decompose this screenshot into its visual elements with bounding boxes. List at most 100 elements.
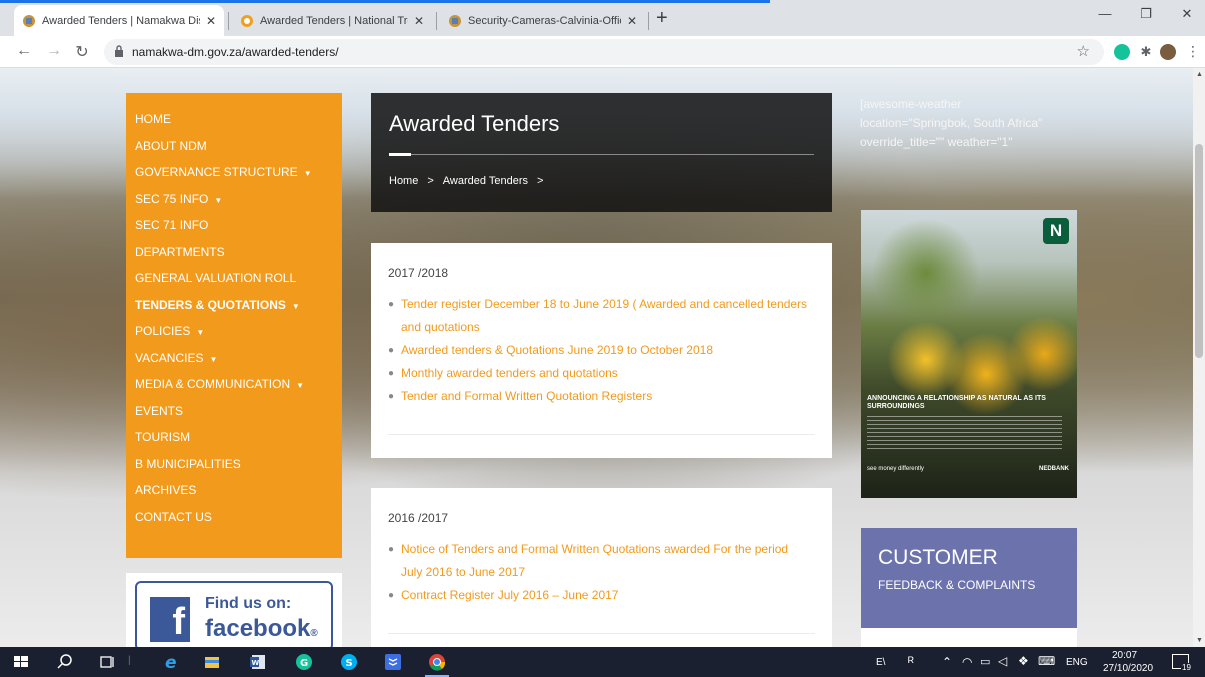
tender-link-text[interactable]: Contract Register July 2016 – June 2017 (401, 588, 618, 602)
minimize-icon[interactable]: — (1090, 6, 1120, 21)
menu-kebab-icon[interactable]: ⋮ (1186, 44, 1200, 60)
notifications-count: 19 (1181, 663, 1192, 672)
forward-arrow-icon[interactable]: → (44, 42, 64, 60)
keyboard-icon[interactable]: ⌨ (1038, 654, 1055, 668)
tray-e-drive-label[interactable]: E\ (876, 657, 885, 668)
tender-link[interactable]: ● Monthly awarded tenders and quotations (388, 362, 808, 385)
facebook-badge[interactable]: f Find us on: facebook® (135, 581, 333, 647)
tender-link[interactable]: ● Awarded tenders & Quotations June 2019 … (388, 339, 808, 362)
nav-item-label: HOME (135, 112, 171, 126)
nav-item-sec-75-info[interactable]: SEC 75 INFO ▼ (126, 192, 342, 219)
nav-item-policies[interactable]: POLICIES ▼ (126, 324, 342, 351)
municipal-crest-icon (449, 14, 461, 27)
nav-item-archives[interactable]: ARCHIVES (126, 483, 342, 510)
tender-link-text[interactable]: Tender and Formal Written Quotation Regi… (401, 389, 652, 403)
page-scrollbar[interactable]: ▲ ▼ (1193, 68, 1205, 647)
scroll-up-arrow-icon[interactable]: ▲ (1196, 71, 1203, 78)
tender-link[interactable]: ● Tender register December 18 to June 201… (388, 293, 808, 339)
file-explorer-icon[interactable] (203, 653, 221, 671)
url-text: namakwa-dm.gov.za/awarded-tenders/ (132, 45, 339, 59)
tab-separator (648, 12, 649, 30)
task-view-icon[interactable] (98, 653, 116, 671)
lock-icon[interactable] (114, 45, 124, 57)
close-tab-icon[interactable]: ✕ (627, 14, 637, 28)
facebook-widget[interactable]: f Find us on: facebook® (126, 573, 342, 647)
section-year-heading: 2017 /2018 (388, 266, 449, 280)
bullet-icon: ● (388, 368, 395, 379)
bookmark-star-icon[interactable]: ☆ (1077, 42, 1090, 60)
scrollbar-thumb[interactable] (1195, 144, 1203, 358)
close-tab-icon[interactable]: ✕ (206, 14, 216, 28)
reload-icon[interactable]: ↻ (72, 42, 92, 62)
page-header-panel: Awarded Tenders Home > Awarded Tenders > (371, 93, 832, 212)
people-icon[interactable]: ᴿ (908, 654, 914, 669)
tender-link[interactable]: ● Notice of Tenders and Formal Written Qu… (388, 538, 808, 584)
nav-item-events[interactable]: EVENTS (126, 404, 342, 431)
restore-icon[interactable]: ❐ (1131, 6, 1161, 22)
profile-avatar-icon[interactable] (1160, 44, 1176, 60)
tender-link-text[interactable]: Tender register December 18 to June 2019… (401, 297, 807, 334)
battery-icon[interactable]: ▭ (980, 655, 990, 668)
nav-item-contact-us[interactable]: CONTACT US (126, 510, 342, 537)
language-indicator[interactable]: ENG (1066, 657, 1088, 668)
svg-text:e: e (165, 653, 177, 671)
volume-icon[interactable]: ◁ (998, 654, 1007, 668)
ad-fine-print (867, 416, 1062, 450)
breadcrumb-current[interactable]: Awarded Tenders (443, 175, 528, 187)
address-bar[interactable]: namakwa-dm.gov.za/awarded-tenders/ ☆ (104, 39, 1104, 65)
close-window-icon[interactable]: ✕ (1172, 6, 1202, 22)
new-tab-icon[interactable]: + (656, 8, 668, 28)
nav-item-label: MEDIA & COMMUNICATION (135, 377, 291, 391)
tab-title: Awarded Tenders | Namakwa Dis (42, 14, 200, 27)
nav-item-label: DEPARTMENTS (135, 244, 225, 259)
nav-item-general-valuation-roll[interactable]: GENERAL VALUATION ROLL (126, 271, 342, 298)
close-tab-icon[interactable]: ✕ (414, 14, 424, 28)
nedbank-advertisement[interactable]: N ANNOUNCING A RELATIONSHIP AS NATURAL A… (861, 210, 1077, 498)
windows-start-icon[interactable] (12, 653, 30, 671)
tab-awarded-tenders-namakwa[interactable]: Awarded Tenders | Namakwa Dis ✕ (14, 5, 224, 36)
scroll-down-arrow-icon[interactable]: ▼ (1196, 637, 1203, 644)
facebook-wordmark: facebook (205, 615, 311, 642)
chevron-up-icon[interactable]: ⌃ (942, 655, 952, 669)
dropbox-tray-icon[interactable]: ❖ (1018, 654, 1029, 668)
tab-separator (436, 12, 437, 30)
wifi-icon[interactable]: ◠ (962, 655, 972, 669)
nav-item-label: POLICIES (135, 324, 191, 338)
nav-item-vacancies[interactable]: VACANCIES ▼ (126, 351, 342, 378)
tender-link-text[interactable]: Awarded tenders & Quotations June 2019 t… (401, 343, 713, 357)
facebook-name-text: facebook® (205, 615, 318, 643)
search-icon[interactable] (56, 653, 74, 671)
tender-link[interactable]: ● Contract Register July 2016 – June 2017 (388, 584, 808, 607)
nav-item-tenders-quotations[interactable]: TENDERS & QUOTATIONS ▼ (126, 298, 342, 325)
customer-feedback-banner[interactable]: CUSTOMER FEEDBACK & COMPLAINTS (861, 528, 1077, 628)
tab-security-cameras[interactable]: Security-Cameras-Calvinia-Office ✕ (440, 5, 645, 36)
grammarly-icon[interactable]: G (295, 653, 313, 671)
weather-line: override_title="" weather="1" (860, 135, 1013, 149)
internet-explorer-icon[interactable]: e (163, 653, 181, 671)
windows-taskbar: | e W G S E\ ᴿ ⌃ ◠ ▭ ◁ ❖ ⌨ ENG 20:07 27/… (0, 647, 1205, 677)
clock-date[interactable]: 27/10/2020 (1103, 663, 1153, 674)
chrome-icon[interactable] (428, 653, 446, 671)
nav-item-departments[interactable]: DEPARTMENTS (126, 245, 342, 272)
nav-item-governance-structure[interactable]: GOVERNANCE STRUCTURE ▼ (126, 165, 342, 192)
nav-item-sec-71-info[interactable]: SEC 71 INFO (126, 218, 342, 245)
nav-item-tourism[interactable]: TOURISM (126, 430, 342, 457)
grammarly-extension-icon[interactable] (1114, 44, 1130, 60)
dropbox-icon[interactable] (384, 653, 402, 671)
clock-time[interactable]: 20:07 (1112, 650, 1137, 661)
nav-item-media-communication[interactable]: MEDIA & COMMUNICATION ▼ (126, 377, 342, 404)
extensions-puzzle-icon[interactable]: ✱ (1138, 44, 1154, 60)
caret-down-icon: ▼ (296, 381, 305, 390)
tab-awarded-tenders-treasury[interactable]: Awarded Tenders | National Treas ✕ (232, 5, 432, 36)
nav-item-about-ndm[interactable]: ABOUT NDM (126, 139, 342, 166)
word-icon[interactable]: W (249, 653, 267, 671)
nav-item-home[interactable]: HOME (126, 112, 342, 139)
nav-item-b-municipalities[interactable]: B MUNICIPALITIES (126, 457, 342, 484)
skype-icon[interactable]: S (340, 653, 358, 671)
tender-link[interactable]: ● Tender and Formal Written Quotation Reg… (388, 385, 808, 408)
tender-link-text[interactable]: Notice of Tenders and Formal Written Quo… (401, 542, 788, 579)
breadcrumb-home-link[interactable]: Home (389, 175, 418, 187)
facebook-logo-icon: f (150, 597, 190, 642)
tender-link-text[interactable]: Monthly awarded tenders and quotations (401, 366, 618, 380)
back-arrow-icon[interactable]: ← (14, 42, 34, 60)
